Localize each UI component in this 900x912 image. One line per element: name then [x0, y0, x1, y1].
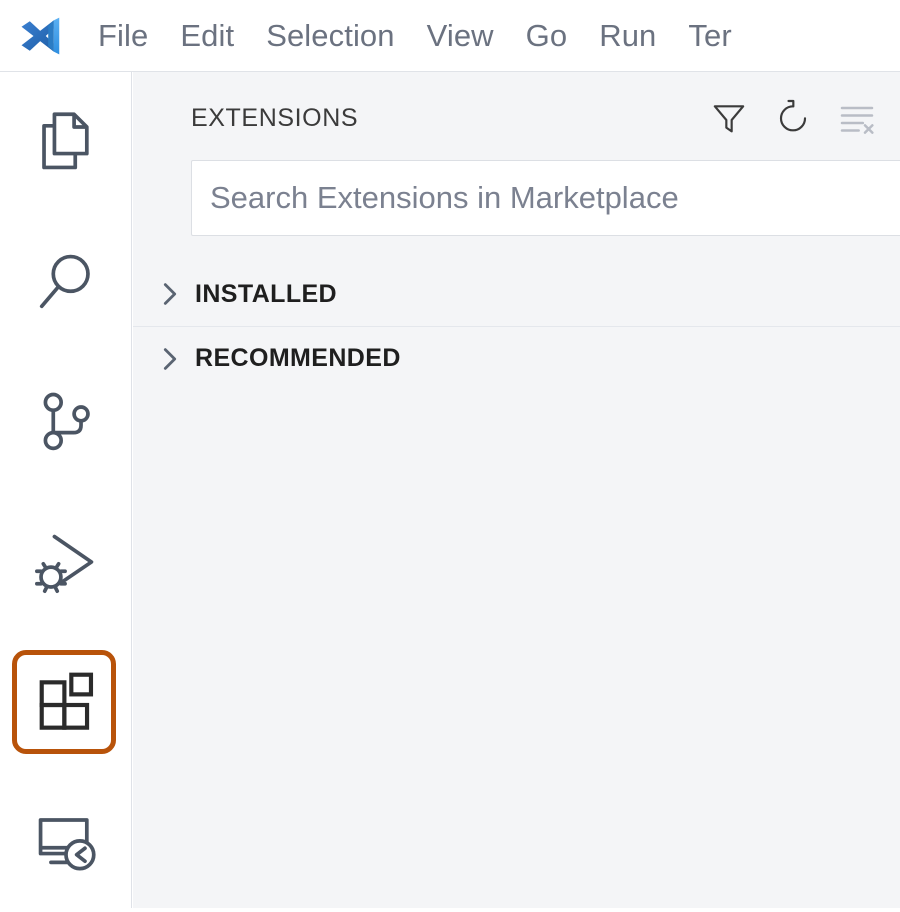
- menu-item-view[interactable]: View: [411, 14, 510, 57]
- filter-button[interactable]: [706, 95, 752, 141]
- chevron-right-icon: [155, 344, 185, 374]
- menu-bar: File Edit Selection View Go Run Ter: [82, 14, 748, 57]
- sections-container: INSTALLED RECOMMENDED: [133, 262, 900, 390]
- activity-item-search[interactable]: [0, 212, 131, 352]
- sidebar-header-actions: [706, 95, 880, 141]
- clear-list-icon: [837, 98, 877, 138]
- run-debug-icon: [29, 525, 103, 599]
- extensions-icon: [29, 665, 103, 739]
- vscode-logo: [16, 13, 62, 59]
- remote-explorer-icon: [29, 805, 103, 879]
- section-label-recommended: RECOMMENDED: [195, 344, 401, 373]
- search-container: [133, 160, 900, 236]
- filter-icon: [709, 98, 749, 138]
- menu-item-selection[interactable]: Selection: [250, 14, 410, 57]
- activity-item-source-control[interactable]: [0, 352, 131, 492]
- menu-item-file[interactable]: File: [82, 14, 164, 57]
- source-control-icon: [29, 385, 103, 459]
- section-label-installed: INSTALLED: [195, 280, 337, 309]
- refresh-button[interactable]: [770, 95, 816, 141]
- sidebar-title: EXTENSIONS: [191, 104, 706, 133]
- chevron-right-icon: [155, 279, 185, 309]
- section-header-installed[interactable]: INSTALLED: [133, 262, 900, 326]
- refresh-icon: [773, 98, 813, 138]
- title-bar: File Edit Selection View Go Run Ter: [0, 0, 900, 72]
- menu-item-edit[interactable]: Edit: [164, 14, 250, 57]
- activity-item-run-and-debug[interactable]: [0, 492, 131, 632]
- search-icon: [29, 245, 103, 319]
- activity-item-remote-explorer[interactable]: [0, 772, 131, 912]
- search-extensions-input[interactable]: [191, 160, 900, 236]
- clear-search-results-button[interactable]: [834, 95, 880, 141]
- files-icon: [29, 105, 103, 179]
- menu-item-terminal[interactable]: Ter: [672, 14, 747, 57]
- sidebar-extensions-view: EXTENSIONS: [133, 72, 900, 908]
- menu-item-run[interactable]: Run: [583, 14, 672, 57]
- vscode-window: File Edit Selection View Go Run Ter: [0, 0, 900, 908]
- activity-item-explorer[interactable]: [0, 72, 131, 212]
- activity-bar: [0, 72, 132, 908]
- section-header-recommended[interactable]: RECOMMENDED: [133, 326, 900, 390]
- activity-item-extensions[interactable]: [0, 632, 131, 772]
- menu-item-go[interactable]: Go: [510, 14, 584, 57]
- sidebar-header: EXTENSIONS: [133, 72, 900, 164]
